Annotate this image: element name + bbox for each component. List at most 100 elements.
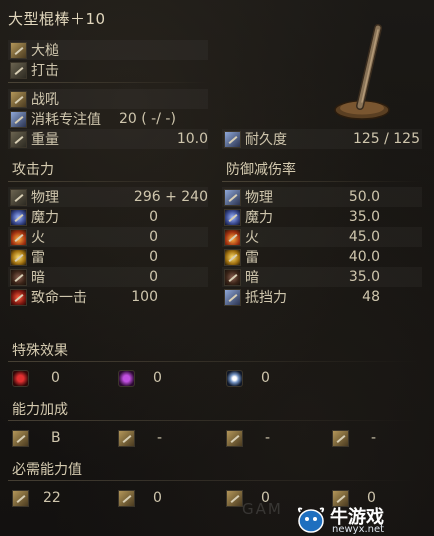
hammer-icon	[10, 41, 27, 59]
dark-defense-icon	[224, 268, 241, 286]
stability-icon	[224, 288, 241, 306]
scaling-intelligence: -	[226, 428, 270, 448]
special-effect-value: 0	[261, 370, 270, 386]
requirement-value: 22	[43, 490, 61, 506]
weight-row: 重量 10.0	[10, 129, 210, 149]
attack-physical-row: 物理 296 + 240	[10, 187, 210, 207]
dexterity-icon	[118, 429, 135, 447]
attack-type-row: 打击	[10, 60, 59, 80]
requirement-value: 0	[153, 490, 162, 506]
scaling-value: -	[265, 430, 271, 446]
attack-value: 0	[149, 249, 158, 265]
attack-dark-row: 暗 0	[10, 267, 210, 287]
scaling-value: -	[157, 430, 163, 446]
scaling-dexterity: -	[118, 428, 162, 448]
physical-attack-icon	[10, 188, 27, 206]
intelligence-icon	[226, 429, 243, 447]
watermark-sub: newyx.net	[332, 524, 385, 535]
weight-label: 重量	[31, 132, 59, 148]
defense-stability-row: 抵挡力 48	[224, 287, 424, 307]
defense-label: 暗	[245, 270, 259, 286]
divider	[8, 361, 418, 362]
weight-icon	[10, 130, 27, 148]
attack-fire-row: 火 0	[10, 227, 210, 247]
durability-row: 耐久度 125 / 125	[224, 129, 422, 149]
fire-attack-icon	[10, 228, 27, 246]
lightning-attack-icon	[10, 248, 27, 266]
fp-cost-row: 消耗专注值 20 ( -/ -)	[10, 109, 176, 129]
magic-attack-icon	[10, 208, 27, 226]
weapon-type-row: 大槌	[10, 40, 59, 60]
poison-icon	[118, 369, 135, 387]
requirement-strength: 22	[12, 488, 61, 508]
defense-magic-row: 魔力 35.0	[224, 207, 424, 227]
frost-icon	[226, 369, 243, 387]
scaling-header: 能力加成	[12, 402, 68, 418]
durability-label: 耐久度	[245, 132, 287, 148]
scaling-value: -	[371, 430, 377, 446]
attack-label: 暗	[31, 270, 45, 286]
defense-value: 48	[362, 289, 380, 305]
skill-row: 战吼	[10, 89, 59, 109]
skill-icon	[10, 90, 27, 108]
physical-defense-icon	[224, 188, 241, 206]
fp-cost-value: 20 ( -/ -)	[119, 111, 176, 127]
strength-icon	[12, 429, 29, 447]
defense-value: 35.0	[348, 269, 380, 285]
defense-label: 魔力	[245, 210, 273, 226]
scaling-faith: -	[332, 428, 376, 448]
weapon-type-label: 大槌	[31, 43, 59, 59]
attack-critical-row: 致命一击 100	[10, 287, 210, 307]
durability-value: 125 / 125	[352, 131, 420, 147]
defense-label: 雷	[245, 250, 259, 266]
defense-value: 50.0	[348, 189, 380, 205]
attack-lightning-row: 雷 0	[10, 247, 210, 267]
special-effect-value: 0	[51, 370, 60, 386]
bleed-icon	[12, 369, 29, 387]
cow-logo-icon	[297, 507, 325, 533]
fp-cost-label: 消耗专注值	[31, 112, 101, 128]
watermark: 牛游戏 newyx.net	[294, 504, 434, 536]
durability-icon	[224, 130, 241, 148]
fire-defense-icon	[224, 228, 241, 246]
defense-header: 防御减伤率	[226, 162, 296, 178]
defense-value: 40.0	[348, 249, 380, 265]
attack-label: 雷	[31, 250, 45, 266]
attack-value: 296 + 240	[133, 189, 208, 205]
defense-label: 火	[245, 230, 259, 246]
attack-type-label: 打击	[31, 63, 59, 79]
attack-value: 0	[149, 269, 158, 285]
lightning-defense-icon	[224, 248, 241, 266]
attack-label: 魔力	[31, 210, 59, 226]
attack-magic-row: 魔力 0	[10, 207, 210, 227]
divider	[222, 181, 422, 182]
special-effect-2: 0	[118, 368, 162, 388]
defense-value: 45.0	[348, 229, 380, 245]
weight-value: 10.0	[176, 131, 208, 147]
attack-value: 0	[149, 229, 158, 245]
scaling-strength: B	[12, 428, 61, 448]
special-effects-header: 特殊效果	[12, 343, 68, 359]
intelligence-icon	[226, 489, 243, 507]
attack-value: 0	[149, 209, 158, 225]
requirement-dexterity: 0	[118, 488, 162, 508]
special-effect-value: 0	[153, 370, 162, 386]
skill-label: 战吼	[31, 92, 59, 108]
divider	[8, 420, 418, 421]
weapon-club-image	[334, 24, 390, 120]
special-effect-3: 0	[226, 368, 270, 388]
defense-label: 抵挡力	[245, 290, 287, 306]
strike-icon	[10, 61, 27, 79]
faith-icon	[332, 429, 349, 447]
special-effect-1: 0	[12, 368, 60, 388]
magic-defense-icon	[224, 208, 241, 226]
attack-label: 物理	[31, 190, 59, 206]
divider	[8, 480, 418, 481]
watermark-bg-text: GAM	[242, 500, 283, 518]
dark-attack-icon	[10, 268, 27, 286]
requirements-header: 必需能力值	[12, 462, 82, 478]
attack-header: 攻击力	[12, 162, 54, 178]
defense-value: 35.0	[348, 209, 380, 225]
strength-icon	[12, 489, 29, 507]
critical-icon	[10, 288, 27, 306]
